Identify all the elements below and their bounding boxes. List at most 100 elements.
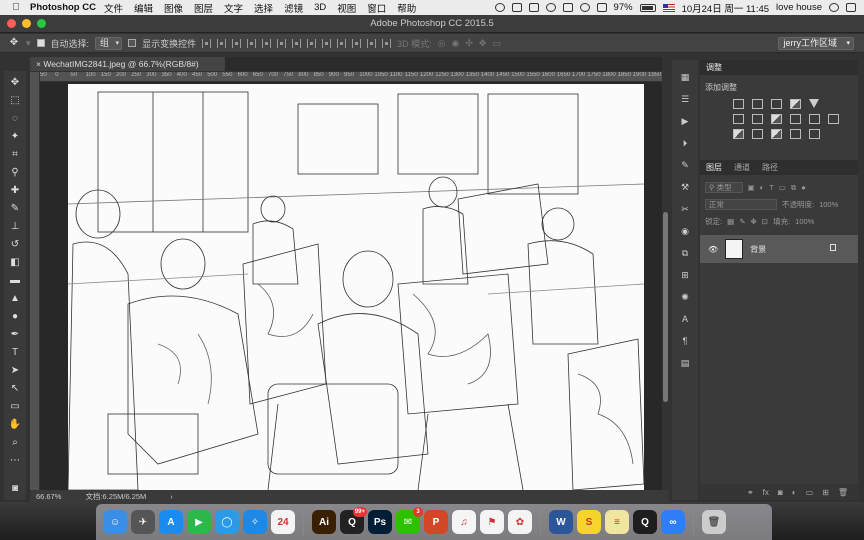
lock-position-icon[interactable]: ✥ xyxy=(750,217,756,226)
opacity-value[interactable]: 100% xyxy=(819,200,838,209)
clone-source-icon[interactable]: ✂ xyxy=(679,203,691,215)
paragraph-panel-icon[interactable]: ¶ xyxy=(679,335,691,347)
crop-tool-icon[interactable]: ⌗ xyxy=(7,147,23,163)
dock-app-qq-browser-icon[interactable]: ◯ xyxy=(215,510,239,534)
vibrance-icon[interactable] xyxy=(809,99,819,108)
new-adjustment-layer-icon[interactable]: ◐ xyxy=(792,488,797,497)
auto-select-checkbox[interactable] xyxy=(36,39,45,47)
filter-adjustment-icon[interactable]: ◐ xyxy=(760,183,765,192)
add-mask-icon[interactable]: ◙ xyxy=(778,488,783,497)
show-transform-checkbox[interactable] xyxy=(128,39,137,47)
character-panel-icon[interactable]: A xyxy=(679,313,691,325)
color-lookup-icon[interactable] xyxy=(828,114,839,124)
apple-menu-icon[interactable]:  xyxy=(8,2,24,13)
dock-app-baidu-netdisk-icon[interactable]: ∞ xyxy=(661,510,685,534)
notes-panel-icon[interactable]: ▤ xyxy=(679,357,691,369)
dock-app-music-icon[interactable]: ♫ xyxy=(452,510,476,534)
timeline-panel-icon[interactable]: ⏵ xyxy=(679,137,691,149)
align-left-icon[interactable] xyxy=(247,38,257,48)
filter-pixel-icon[interactable]: ▣ xyxy=(748,183,755,192)
align-hcenter-icon[interactable] xyxy=(262,38,272,48)
document-canvas[interactable] xyxy=(68,84,644,490)
menubar-clock[interactable]: 10月24日 周一 11:45 xyxy=(682,1,769,15)
status-menu-chevron-icon[interactable]: › xyxy=(170,492,173,501)
clone-stamp-tool-icon[interactable]: ⊥ xyxy=(7,219,23,235)
wifi-icon[interactable] xyxy=(579,3,590,12)
menu-image[interactable]: 图像 xyxy=(164,1,183,15)
dock-app-finder-icon[interactable]: ☺ xyxy=(103,510,127,534)
distribute-left-icon[interactable] xyxy=(337,38,347,48)
healing-brush-tool-icon[interactable]: ✚ xyxy=(7,183,23,199)
qq-status-icon[interactable] xyxy=(494,3,505,12)
menu-filter[interactable]: 滤镜 xyxy=(284,1,303,15)
visibility-eye-icon[interactable]: 👁 xyxy=(708,245,718,254)
dock-app-photos-icon[interactable]: ✿ xyxy=(508,510,532,534)
brightness-contrast-icon[interactable] xyxy=(733,99,744,109)
invert-icon[interactable] xyxy=(733,129,744,139)
layer-style-icon[interactable]: fx xyxy=(763,488,769,497)
3d-orbit-icon[interactable]: ◎ xyxy=(438,38,446,49)
3d-pan-icon[interactable]: ✣ xyxy=(465,38,473,49)
delete-layer-icon[interactable]: 🗑 xyxy=(838,488,848,497)
clock-icon[interactable] xyxy=(545,3,556,12)
dock-app-app-store-icon[interactable]: A xyxy=(159,510,183,534)
dock-app-quicktime-icon[interactable]: Q xyxy=(633,510,657,534)
lasso-tool-icon[interactable]: ◌ xyxy=(7,111,23,127)
posterize-icon[interactable] xyxy=(752,129,763,139)
marquee-tool-icon[interactable]: ⬚ xyxy=(7,93,23,109)
layer-row-background[interactable]: 👁 背景 xyxy=(700,235,858,263)
document-size[interactable]: 文档:6.25M/6.25M xyxy=(85,491,146,502)
menu-help[interactable]: 帮助 xyxy=(397,1,416,15)
dock-app-photoshop-icon[interactable]: Ps xyxy=(368,510,392,534)
layer-name[interactable]: 背景 xyxy=(750,244,766,255)
volume-icon[interactable] xyxy=(596,3,607,12)
menu-type[interactable]: 文字 xyxy=(224,1,243,15)
dock-app-calendar-icon[interactable]: 24 xyxy=(271,510,295,534)
color-panel-icon[interactable]: ⊞ xyxy=(679,269,691,281)
curves-icon[interactable] xyxy=(771,99,782,109)
tab-adjustments[interactable]: 调整 xyxy=(706,62,722,73)
workspace-switcher[interactable]: jerry工作区域 xyxy=(777,37,854,50)
trash-icon[interactable]: 🗑 xyxy=(702,510,726,534)
hue-saturation-icon[interactable] xyxy=(733,114,744,124)
maximize-window-button[interactable] xyxy=(37,19,46,28)
distribute-hcenter-icon[interactable] xyxy=(352,38,362,48)
document-tab[interactable]: × WechatIMG2841.jpeg @ 66.7%(RGB/8#) xyxy=(30,57,225,71)
distribute-top-icon[interactable] xyxy=(292,38,302,48)
input-source-flag-icon[interactable] xyxy=(662,3,675,12)
filter-smart-icon[interactable]: ⧉ xyxy=(791,183,796,193)
distribute-vcenter-icon[interactable] xyxy=(307,38,317,48)
move-tool-icon[interactable]: ✥ xyxy=(7,75,23,91)
color-balance-icon[interactable] xyxy=(752,114,763,124)
dock-app-notes-icon[interactable]: ≡ xyxy=(605,510,629,534)
lock-transparent-icon[interactable]: ▦ xyxy=(727,217,734,226)
selective-color-icon[interactable] xyxy=(809,129,820,139)
tab-layers[interactable]: 图层 xyxy=(706,162,722,173)
menu-3d[interactable]: 3D xyxy=(314,2,326,13)
move-tool-preset-icon[interactable]: ✥ xyxy=(8,35,20,51)
type-tool-icon[interactable]: T xyxy=(7,345,23,361)
gradient-tool-icon[interactable]: ▬ xyxy=(7,273,23,289)
zoom-level[interactable]: 66.67% xyxy=(36,492,61,501)
photo-filter-icon[interactable] xyxy=(790,114,801,124)
search-icon[interactable] xyxy=(829,3,839,12)
3d-scale-icon[interactable]: ▭ xyxy=(492,38,501,49)
new-group-icon[interactable]: ▭ xyxy=(806,488,814,497)
layer-lock-icon[interactable] xyxy=(830,244,836,251)
dock-app-wechat-icon[interactable]: ✉ 3 xyxy=(396,507,423,534)
quick-mask-icon[interactable]: ◙ xyxy=(7,481,23,497)
filter-toggle-icon[interactable]: ● xyxy=(801,183,806,192)
dock-app-powerpoint-icon[interactable]: P xyxy=(424,510,448,534)
notification-center-icon[interactable] xyxy=(846,3,856,12)
dock-app-qq-icon[interactable]: Q 99+ xyxy=(340,507,367,534)
auto-select-dropdown[interactable]: 组 xyxy=(95,36,123,50)
vertical-ruler[interactable] xyxy=(30,72,40,490)
align-right-icon[interactable] xyxy=(277,38,287,48)
scrollbar-thumb[interactable] xyxy=(663,212,668,402)
new-layer-icon[interactable]: ⊞ xyxy=(822,488,829,497)
dock-app-facetime-icon[interactable]: ▶ xyxy=(187,510,211,534)
eyedropper-tool-icon[interactable]: ⚲ xyxy=(7,165,23,181)
dock-app-safari-icon[interactable]: ✧ xyxy=(243,510,267,534)
gradient-map-icon[interactable] xyxy=(790,129,801,139)
3d-roll-icon[interactable]: ◉ xyxy=(451,38,459,49)
